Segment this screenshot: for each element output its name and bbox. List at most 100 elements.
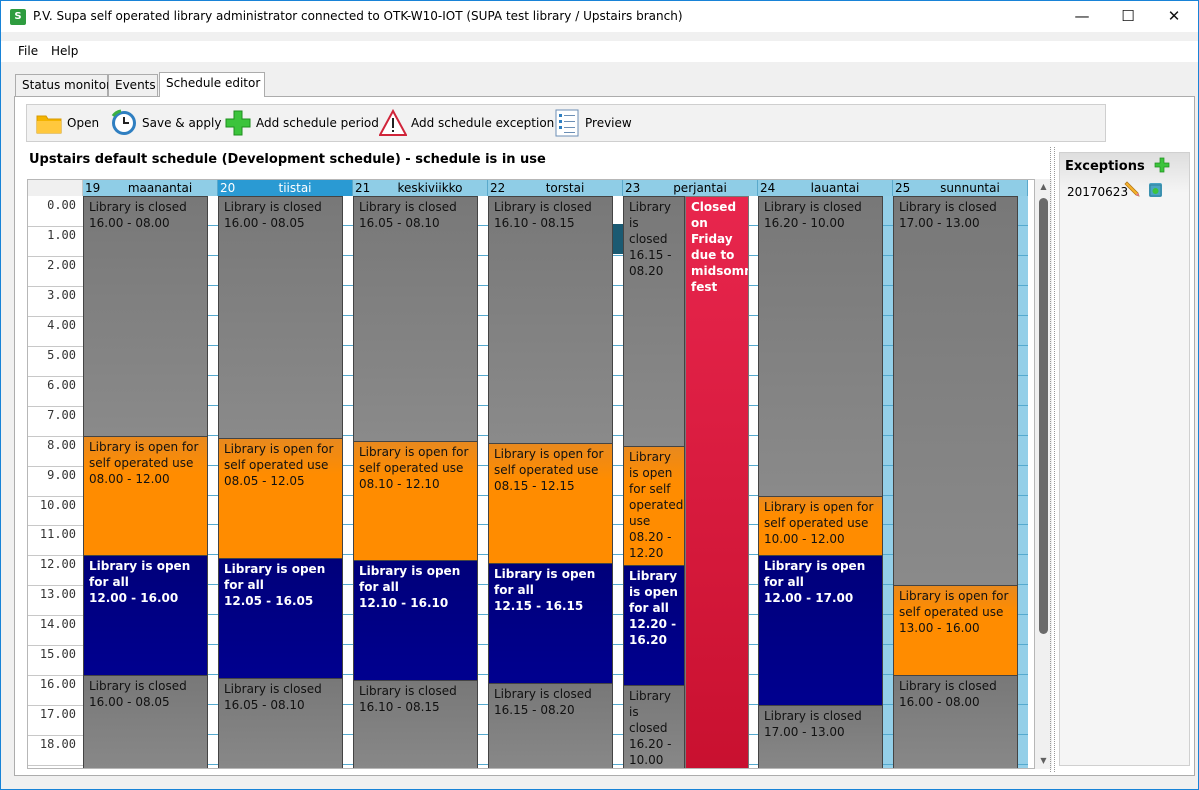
add-exception-icon[interactable] <box>1154 157 1170 173</box>
schedule-block-self[interactable]: Library is open for self operated use 08.… <box>218 438 343 559</box>
day-column-maanantai[interactable]: Library is closed 16.00 - 08.00 Library is… <box>83 196 218 768</box>
add-schedule-period-label: Add schedule period <box>256 116 379 130</box>
hour-divider <box>28 765 83 767</box>
save-apply-button[interactable]: Save & apply <box>110 109 221 137</box>
day-header-maanantai[interactable]: 19 maanantai <box>83 180 218 196</box>
block-title: Library is open for self operated use <box>764 499 874 530</box>
schedule-block-open[interactable]: Library is open for all 12.00 - 16.00 <box>83 555 208 677</box>
block-title: Library is closed <box>899 679 997 694</box>
close-button[interactable]: ✕ <box>1151 1 1197 32</box>
schedule-block-open[interactable]: Library is open for all 12.20 - 16.20 <box>623 565 685 687</box>
day-column-tiistai[interactable]: Library is closed 16.00 - 08.05 Library is… <box>218 196 353 768</box>
open-label: Open <box>67 116 100 130</box>
day-column-lauantai[interactable]: Library is closed 16.20 - 10.00 Library is… <box>758 196 893 768</box>
day-column-sunnuntai[interactable]: Library is closed 17.00 - 13.00 Library is… <box>893 196 1028 768</box>
schedule-exception-block[interactable]: Closed on Friday due to midsommer fest <box>685 196 749 768</box>
schedule-block-closed[interactable]: Library is closed 16.15 - 08.20 <box>488 682 613 768</box>
block-time: 13.00 - 16.00 <box>899 621 980 636</box>
day-header-lauantai[interactable]: 24 lauantai <box>758 180 893 196</box>
block-title: Library is closed <box>629 689 671 736</box>
block-time: 16.15 - 08.20 <box>494 702 575 717</box>
day-header-keskiviikko[interactable]: 21 keskiviikko <box>353 180 488 196</box>
add-schedule-period-button[interactable]: Add schedule period <box>224 109 379 137</box>
block-title: Library is open for self operated use <box>494 447 604 478</box>
day-name: torstai <box>545 181 585 195</box>
day-header-torstai[interactable]: 22 torstai <box>488 180 623 196</box>
block-time: 16.00 - 08.05 <box>224 216 305 230</box>
schedule-block-closed[interactable]: Library is closed 16.00 - 08.00 <box>83 196 208 437</box>
block-time: 16.00 - 08.00 <box>89 216 170 230</box>
scroll-thumb[interactable] <box>1039 198 1048 634</box>
preview-button[interactable]: Preview <box>553 109 632 137</box>
hour-label: 0.00 <box>47 198 76 212</box>
schedule-block-closed[interactable]: Library is closed 16.05 - 08.10 <box>353 196 478 442</box>
block-title: Library is open for self operated use <box>359 444 469 475</box>
clock-save-icon <box>110 109 138 137</box>
maximize-button[interactable]: ☐ <box>1105 1 1151 32</box>
day-column-keskiviikko[interactable]: Library is closed 16.05 - 08.10 Library is… <box>353 196 488 768</box>
schedule-block-closed[interactable]: Library is closed 16.10 - 08.15 <box>488 196 613 445</box>
schedule-block-self[interactable]: Library is open for self operated use 08.… <box>623 445 685 567</box>
block-title: Library is closed <box>494 200 592 214</box>
day-column-perjantai[interactable]: Library is closed 16.15 - 08.20 Library is… <box>623 196 758 768</box>
tab-status-monitor[interactable]: Status monitor <box>15 74 111 96</box>
schedule-block-closed[interactable]: Library is closed 17.00 - 13.00 <box>758 705 883 768</box>
schedule-block-self[interactable]: Library is open for self operated use 08.… <box>83 435 208 557</box>
open-button[interactable]: Open <box>35 109 99 137</box>
day-header-perjantai[interactable]: 23 perjantai <box>623 180 758 196</box>
hour-divider <box>28 345 83 347</box>
block-title: Library is open for self operated use <box>89 439 199 470</box>
schedule-block-closed[interactable]: Library is closed 16.20 - 10.00 <box>758 196 883 497</box>
menu-file[interactable]: File <box>18 44 38 58</box>
block-time: 08.20 - 12.20 <box>629 529 672 560</box>
hour-divider <box>28 255 83 257</box>
hour-label: 12.00 <box>39 557 76 572</box>
schedule-block-closed[interactable]: Library is closed 17.00 - 13.00 <box>893 196 1018 587</box>
hour-label: 13.00 <box>39 587 76 602</box>
schedule-title: Upstairs default schedule (Development s… <box>29 152 546 167</box>
block-time: 08.00 - 12.00 <box>89 471 170 486</box>
schedule-block-self[interactable]: Library is open for self operated use 08.… <box>353 440 478 562</box>
schedule-block-closed[interactable]: Library is closed 16.00 - 08.05 <box>83 675 208 768</box>
hour-divider <box>28 285 83 287</box>
schedule-block-closed[interactable]: Library is closed 16.15 - 08.20 <box>623 196 685 447</box>
hour-divider <box>28 735 83 737</box>
hour-divider <box>28 705 83 707</box>
schedule-block-self[interactable]: Library is open for self operated use 10.… <box>758 495 883 557</box>
schedule-block-closed[interactable]: Library is closed 16.05 - 08.10 <box>218 677 343 768</box>
hour-label: 3.00 <box>47 287 76 302</box>
block-title: Library is open for all <box>629 569 678 616</box>
schedule-block-open[interactable]: Library is open for all 12.00 - 17.00 <box>758 555 883 707</box>
schedule-block-self[interactable]: Library is open for self operated use 13.… <box>893 585 1018 677</box>
tab-schedule-editor[interactable]: Schedule editor <box>159 72 265 97</box>
schedule-block-open[interactable]: Library is open for all 12.05 - 16.05 <box>218 557 343 679</box>
schedule-block-closed[interactable]: Library is closed 16.20 - 10.00 <box>623 685 685 768</box>
block-time: 12.00 - 17.00 <box>764 591 854 606</box>
schedule-block-self[interactable]: Library is open for self operated use 08.… <box>488 443 613 564</box>
schedule-block-closed[interactable]: Library is closed 16.00 - 08.05 <box>218 196 343 440</box>
minimize-button[interactable]: — <box>1059 1 1105 32</box>
delete-exception-icon[interactable] <box>1149 183 1162 197</box>
tab-events[interactable]: Events <box>108 74 158 96</box>
exception-item[interactable]: 20170623 <box>1067 185 1128 199</box>
menu-help[interactable]: Help <box>51 44 78 58</box>
panel-splitter[interactable] <box>1050 147 1055 772</box>
hour-divider <box>28 375 83 377</box>
pencil-edit-icon[interactable] <box>1123 180 1141 198</box>
block-title: Library is open for all <box>494 566 596 597</box>
preview-label: Preview <box>585 116 632 130</box>
schedule-block-open[interactable]: Library is open for all 12.10 - 16.10 <box>353 560 478 682</box>
block-title: Library is open for all <box>224 561 326 592</box>
schedule-block-closed[interactable]: Library is closed 16.10 - 08.15 <box>353 680 478 768</box>
block-title: Library is closed <box>224 200 322 214</box>
schedule-block-open[interactable]: Library is open for all 12.15 - 16.15 <box>488 562 613 684</box>
day-header-sunnuntai[interactable]: 25 sunnuntai <box>893 180 1028 196</box>
schedule-block-closed[interactable]: Library is closed 16.00 - 08.00 <box>893 675 1018 768</box>
schedule-editor-panel: Open Save & apply Add schedule period Ad… <box>14 96 1195 776</box>
day-column-torstai[interactable]: Library is closed 16.10 - 08.15 Library is… <box>488 196 623 768</box>
day-header-tiistai[interactable]: 20 tiistai <box>218 180 353 196</box>
add-schedule-exception-button[interactable]: Add schedule exception <box>378 108 554 137</box>
hour-label: 9.00 <box>47 467 76 482</box>
block-title: Library is closed <box>764 709 862 724</box>
exceptions-title: Exceptions <box>1065 159 1145 174</box>
